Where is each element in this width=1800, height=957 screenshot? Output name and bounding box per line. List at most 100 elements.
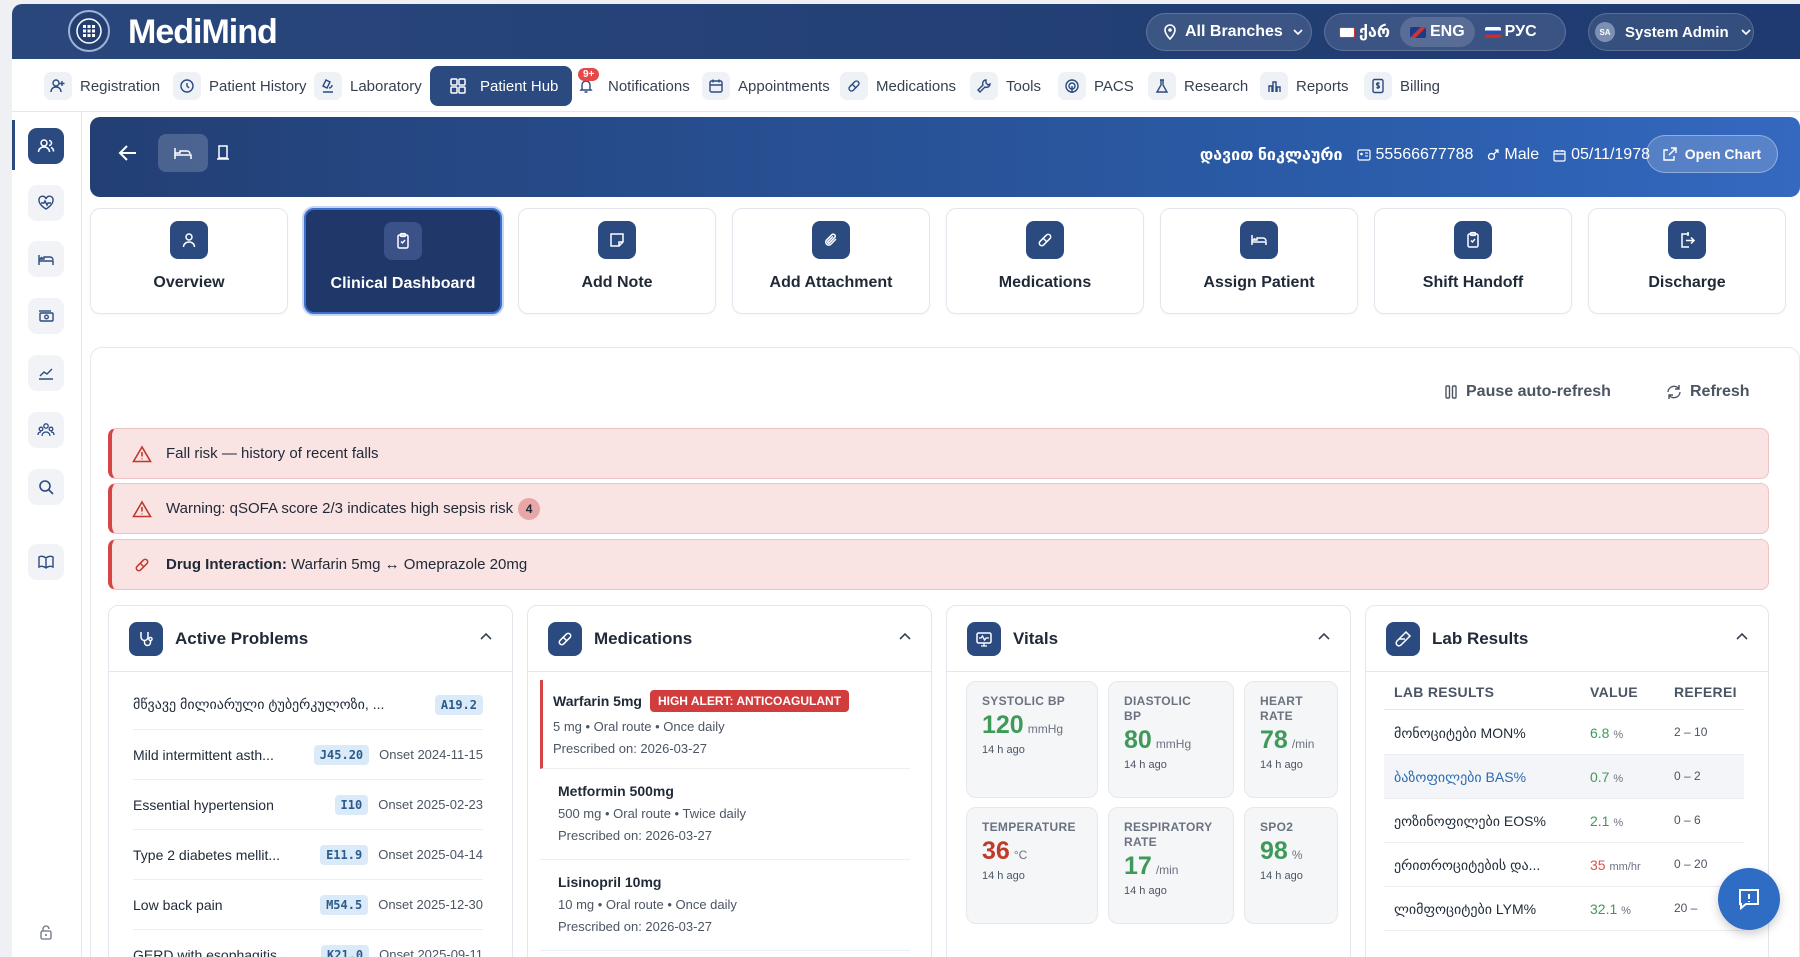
vital-diastolic-bp: DIASTOLIC BP 80 mmHg 14 h ago bbox=[1108, 681, 1234, 798]
nav-registration[interactable]: Registration bbox=[38, 67, 166, 105]
action-clinical-dashboard[interactable]: Clinical Dashboard bbox=[304, 208, 502, 314]
medication-name: Warfarin 5mg bbox=[553, 693, 642, 709]
lab-value: 35 mm/hr bbox=[1590, 857, 1641, 873]
vital-time: 14 h ago bbox=[1260, 759, 1303, 771]
action-assign-patient[interactable]: Assign Patient bbox=[1160, 208, 1358, 314]
table-row[interactable]: მონოციტები MON% 6.8 % 2 – 10 bbox=[1384, 711, 1744, 755]
action-label: Add Note bbox=[581, 274, 653, 291]
action-label: Assign Patient bbox=[1203, 274, 1315, 291]
problem-name: Low back pain bbox=[133, 896, 223, 913]
back-button[interactable] bbox=[118, 144, 138, 162]
nav-medications[interactable]: Medications bbox=[834, 67, 962, 105]
monitor-icon bbox=[967, 621, 1001, 656]
chat-icon bbox=[1739, 889, 1759, 911]
list-item[interactable]: Mild intermittent asth... J45.20 Onset 202… bbox=[133, 730, 483, 780]
nav-patient-hub[interactable]: Patient Hub bbox=[430, 66, 573, 106]
table-row[interactable]: ერითროციტების და... 35 mm/hr 0 – 20 bbox=[1384, 843, 1744, 887]
list-item[interactable]: Lisinopril 10mg 10 mg • Oral route • Onc… bbox=[540, 861, 910, 951]
nav-billing[interactable]: Billing bbox=[1358, 67, 1446, 105]
medications-header[interactable]: Medications bbox=[528, 606, 931, 672]
list-item[interactable]: მწვავე მილიარული ტუბერკულოზი, ... A19.2 bbox=[133, 680, 483, 730]
action-medications[interactable]: Medications bbox=[946, 208, 1144, 314]
action-overview[interactable]: Overview bbox=[90, 208, 288, 314]
lab-results-header[interactable]: Lab Results bbox=[1366, 606, 1768, 672]
list-item[interactable]: Warfarin 5mg HIGH ALERT: ANTICOAGULANT 5 … bbox=[540, 680, 910, 769]
arrow-left-icon bbox=[118, 145, 136, 161]
vital-value: 78 bbox=[1260, 726, 1288, 754]
list-item[interactable]: Metformin 500mg 500 mg • Oral route • Tw… bbox=[540, 770, 910, 860]
sidebar-item-vitals[interactable] bbox=[28, 185, 64, 221]
bookmark-button[interactable] bbox=[216, 144, 230, 162]
paperclip-icon bbox=[812, 221, 850, 259]
action-discharge[interactable]: Discharge bbox=[1588, 208, 1786, 314]
open-chart-button[interactable]: Open Chart bbox=[1645, 135, 1778, 173]
list-item[interactable]: Essential hypertension I10 Onset 2025-02-2… bbox=[133, 780, 483, 830]
exit-icon bbox=[1668, 221, 1706, 259]
action-add-note[interactable]: Add Note bbox=[518, 208, 716, 314]
nav-laboratory[interactable]: Laboratory bbox=[308, 67, 428, 105]
table-row[interactable]: ეოზინოფილები EOS% 2.1 % 0 – 6 bbox=[1384, 799, 1744, 843]
section-title: Vitals bbox=[1013, 628, 1059, 648]
lang-en[interactable]: ENG bbox=[1399, 17, 1475, 47]
nav-notifications[interactable]: 9+ Notifications bbox=[566, 67, 696, 105]
vital-unit: °C bbox=[1013, 848, 1028, 862]
sidebar bbox=[12, 112, 82, 957]
lab-unit: % bbox=[1613, 817, 1624, 829]
list-item[interactable]: Low back pain M54.5 Onset 2025-12-30 bbox=[133, 880, 483, 930]
sidebar-item-docs[interactable] bbox=[28, 544, 64, 580]
bed-view-button[interactable] bbox=[158, 134, 208, 172]
action-label: Add Attachment bbox=[769, 274, 893, 291]
action-label: Clinical Dashboard bbox=[330, 275, 476, 292]
action-shift-handoff[interactable]: Shift Handoff bbox=[1374, 208, 1572, 314]
refresh-label: Refresh bbox=[1690, 383, 1750, 400]
column-header[interactable]: LAB RESULTS bbox=[1394, 684, 1494, 700]
user-menu[interactable]: SA System Admin bbox=[1588, 13, 1754, 51]
bed-icon bbox=[38, 255, 54, 265]
warning-icon bbox=[132, 499, 152, 517]
onset-date: Onset 2025-02-23 bbox=[378, 797, 483, 812]
sidebar-item-patients[interactable] bbox=[28, 128, 64, 164]
sidebar-item-team[interactable] bbox=[28, 412, 64, 448]
pause-refresh-button[interactable]: Pause auto-refresh bbox=[1444, 383, 1611, 401]
lock-icon[interactable] bbox=[38, 924, 54, 940]
nav-appointments[interactable]: Appointments bbox=[696, 67, 836, 105]
action-add-attachment[interactable]: Add Attachment bbox=[732, 208, 930, 314]
nav-tools[interactable]: Tools bbox=[964, 67, 1047, 105]
clipboard-check-icon bbox=[1454, 221, 1492, 259]
patient-gender-value: Male bbox=[1504, 146, 1540, 163]
sidebar-item-beds[interactable] bbox=[28, 241, 64, 277]
nav-patient-history[interactable]: Patient History bbox=[167, 67, 313, 105]
table-row[interactable]: ლიმფოციტები LYM% 32.1 % 20 – bbox=[1384, 887, 1744, 931]
medication-detail: 10 mg • Oral route • Once daily bbox=[558, 897, 737, 912]
table-row[interactable]: ბაზოფილები BAS% 0.7 % 0 – 2 bbox=[1384, 755, 1744, 799]
logo-icon bbox=[68, 10, 110, 52]
list-item[interactable]: Type 2 diabetes mellit... E11.9 Onset 2025… bbox=[133, 830, 483, 880]
icd-code-badge: I10 bbox=[334, 794, 369, 815]
sidebar-item-search[interactable] bbox=[28, 469, 64, 505]
nav-research[interactable]: Research bbox=[1142, 67, 1254, 105]
lang-ru[interactable]: РУС bbox=[1475, 17, 1547, 47]
nav-pacs[interactable]: PACS bbox=[1052, 67, 1140, 105]
column-header[interactable]: VALUE bbox=[1590, 684, 1638, 700]
lang-ka[interactable]: ქარ bbox=[1329, 17, 1400, 47]
sidebar-item-analytics[interactable] bbox=[28, 355, 64, 391]
lab-value: 6.8 % bbox=[1590, 725, 1623, 741]
column-header[interactable]: REFEREI bbox=[1674, 684, 1740, 700]
nav-reports[interactable]: Reports bbox=[1254, 67, 1355, 105]
vital-label: TEMPERATURE bbox=[982, 820, 1076, 834]
branch-selector[interactable]: All Branches bbox=[1146, 13, 1312, 51]
vitals-header[interactable]: Vitals bbox=[947, 606, 1350, 672]
patient-id: 55566677788 bbox=[1356, 146, 1473, 164]
chat-support-button[interactable] bbox=[1718, 868, 1780, 930]
sidebar-item-billing[interactable] bbox=[28, 298, 64, 334]
bell-icon: 9+ bbox=[572, 68, 600, 100]
active-problems-header[interactable]: Active Problems bbox=[109, 606, 512, 672]
lab-unit: % bbox=[1621, 905, 1631, 917]
onset-date: Onset 2025-12-30 bbox=[378, 897, 483, 912]
alert-sepsis: Warning: qSOFA score 2/3 indicates high … bbox=[108, 483, 1769, 534]
list-item[interactable]: GERD with esophagitis K21.0 Onset 2025-09-… bbox=[133, 930, 483, 957]
dashboard-icon bbox=[444, 72, 472, 100]
nav-label: Research bbox=[1184, 77, 1249, 95]
refresh-button[interactable]: Refresh bbox=[1666, 383, 1750, 401]
nav-label: PACS bbox=[1094, 77, 1134, 95]
